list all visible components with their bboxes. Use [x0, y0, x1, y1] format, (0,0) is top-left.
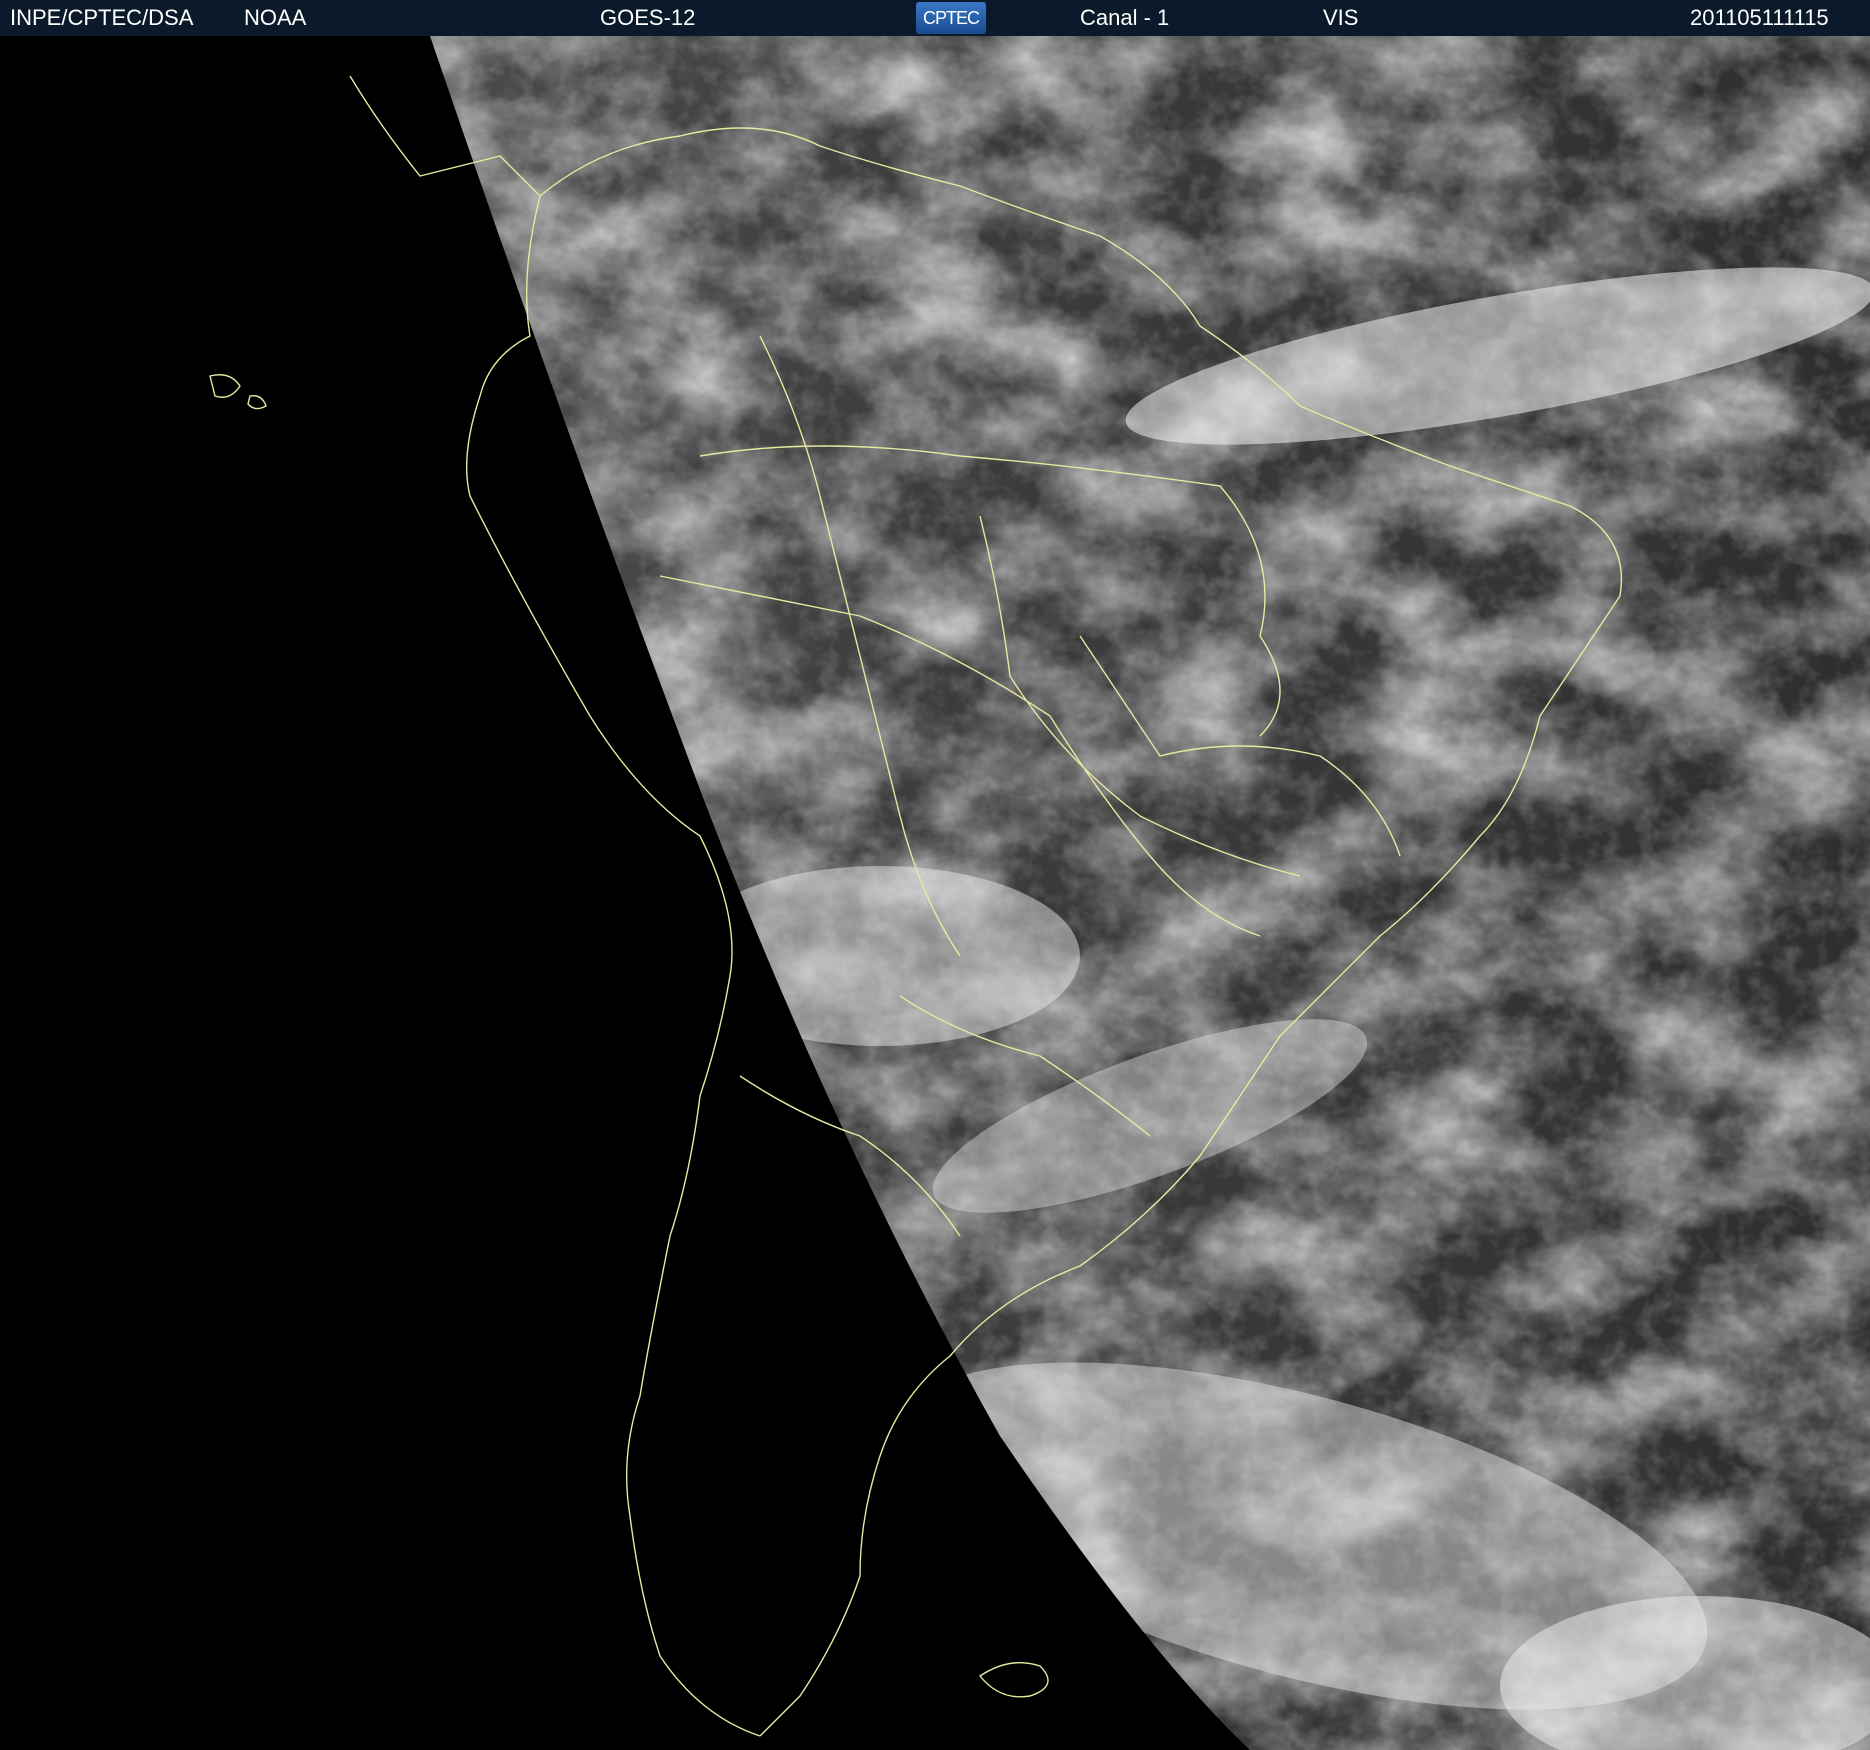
satellite-view	[0, 36, 1870, 1750]
timestamp-label: 201105111115	[1690, 5, 1829, 30]
cptec-logo: CPTEC	[916, 2, 986, 34]
header-bar: INPE/CPTEC/DSA NOAA GOES-12 CPTEC Canal …	[0, 0, 1870, 38]
satellite-label: GOES-12	[600, 5, 696, 30]
satellite-image	[0, 36, 1870, 1750]
band-label: VIS	[1323, 5, 1359, 30]
institution-label: INPE/CPTEC/DSA	[10, 5, 194, 30]
agency-label: NOAA	[244, 5, 307, 30]
channel-label: Canal - 1	[1080, 5, 1170, 30]
